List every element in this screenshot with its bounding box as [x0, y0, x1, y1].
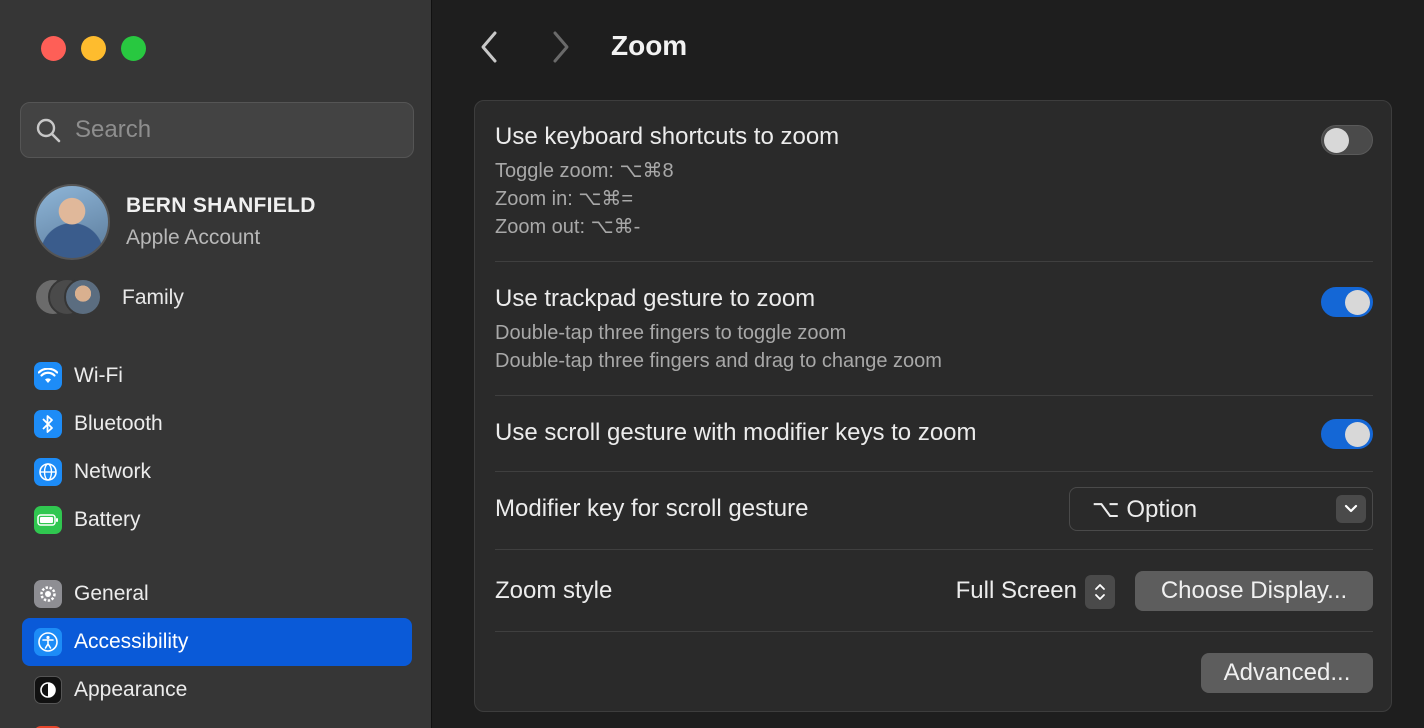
keyboard-shortcuts-toggle[interactable] [1321, 125, 1373, 155]
wifi-icon [34, 362, 62, 390]
modifier-key-select[interactable]: ⌥ Option [1069, 487, 1373, 531]
back-chevron-icon[interactable] [479, 30, 499, 64]
forward-chevron-icon[interactable] [551, 30, 571, 64]
zoom-settings-panel: Use keyboard shortcuts to zoom Toggle zo… [474, 100, 1392, 712]
sidebar-item-bluetooth[interactable]: Bluetooth [22, 400, 412, 448]
updown-chevron-icon[interactable] [1085, 575, 1115, 609]
account-subtitle: Apple Account [126, 226, 261, 249]
row-subtitle: Double-tap three fingers to toggle zoom [495, 322, 847, 344]
globe-icon [34, 458, 62, 486]
close-window-button[interactable] [41, 36, 66, 61]
sidebar-item-wifi[interactable]: Wi-Fi [22, 352, 412, 400]
choose-display-button[interactable]: Choose Display... [1135, 571, 1373, 611]
row-subtitle: Toggle zoom: ⌥⌘8 [495, 160, 674, 182]
sidebar-item-label: Appearance [74, 678, 188, 701]
trackpad-gesture-row: Use trackpad gesture to zoom Double-tap … [495, 285, 1373, 375]
search-icon [36, 118, 61, 143]
search-field[interactable] [20, 102, 414, 158]
sidebar-item-general[interactable]: General [22, 570, 412, 618]
apple-account-item[interactable]: BERN SHANFIELD Apple Account [34, 184, 316, 260]
sidebar-item-label: Accessibility [74, 630, 189, 653]
row-subtitle: Double-tap three fingers and drag to cha… [495, 350, 942, 372]
bluetooth-icon [34, 410, 62, 438]
row-title: Use keyboard shortcuts to zoom [495, 123, 840, 150]
accessibility-icon [34, 628, 62, 656]
sidebar-item-label: Battery [74, 508, 141, 531]
chevron-down-icon [1336, 495, 1366, 523]
modifier-key-row: Modifier key for scroll gesture ⌥ Option [495, 487, 1373, 531]
select-value: ⌥ Option [1092, 495, 1198, 523]
row-subtitle: Zoom out: ⌥⌘- [495, 216, 641, 238]
scroll-gesture-toggle[interactable] [1321, 419, 1373, 449]
window-controls [41, 36, 146, 61]
zoom-style-row: Zoom style Full Screen Choose Display... [495, 571, 1373, 611]
row-title: Use trackpad gesture to zoom [495, 285, 816, 312]
main-content: Zoom Use keyboard shortcuts to zoom Togg… [433, 0, 1424, 728]
gear-icon [34, 580, 62, 608]
search-input[interactable] [75, 116, 395, 144]
sidebar-item-label: Bluetooth [74, 412, 163, 435]
battery-icon [34, 506, 62, 534]
scroll-gesture-row: Use scroll gesture with modifier keys to… [495, 419, 1373, 449]
sidebar-group-system: General Accessibility Appearance [22, 570, 412, 728]
sidebar-item-label: Wi-Fi [74, 364, 123, 387]
minimize-window-button[interactable] [81, 36, 106, 61]
trackpad-gesture-toggle[interactable] [1321, 287, 1373, 317]
zoom-style-value[interactable]: Full Screen [956, 577, 1077, 605]
sidebar: BERN SHANFIELD Apple Account Family Wi-F… [0, 0, 432, 728]
appearance-icon [34, 676, 62, 704]
advanced-button[interactable]: Advanced... [1201, 653, 1373, 693]
sidebar-item-accessibility[interactable]: Accessibility [22, 618, 412, 666]
sidebar-group-connectivity: Wi-Fi Bluetooth Network Battery [22, 352, 412, 544]
row-subtitle: Zoom in: ⌥⌘= [495, 188, 634, 210]
account-name: BERN SHANFIELD [126, 194, 316, 217]
sidebar-item-network[interactable]: Network [22, 448, 412, 496]
page-title: Zoom [611, 30, 688, 61]
family-item[interactable]: Family [34, 278, 184, 318]
sidebar-item-partial[interactable] [22, 714, 412, 728]
avatar [34, 184, 110, 260]
keyboard-shortcuts-row: Use keyboard shortcuts to zoom Toggle zo… [495, 123, 1373, 241]
row-title: Use scroll gesture with modifier keys to… [495, 419, 977, 446]
sidebar-item-label: General [74, 582, 149, 605]
maximize-window-button[interactable] [121, 36, 146, 61]
family-label: Family [122, 286, 184, 309]
sidebar-item-appearance[interactable]: Appearance [22, 666, 412, 714]
family-avatar [64, 278, 102, 316]
sidebar-item-label: Network [74, 460, 152, 483]
sidebar-item-battery[interactable]: Battery [22, 496, 412, 544]
family-avatars [34, 278, 106, 318]
